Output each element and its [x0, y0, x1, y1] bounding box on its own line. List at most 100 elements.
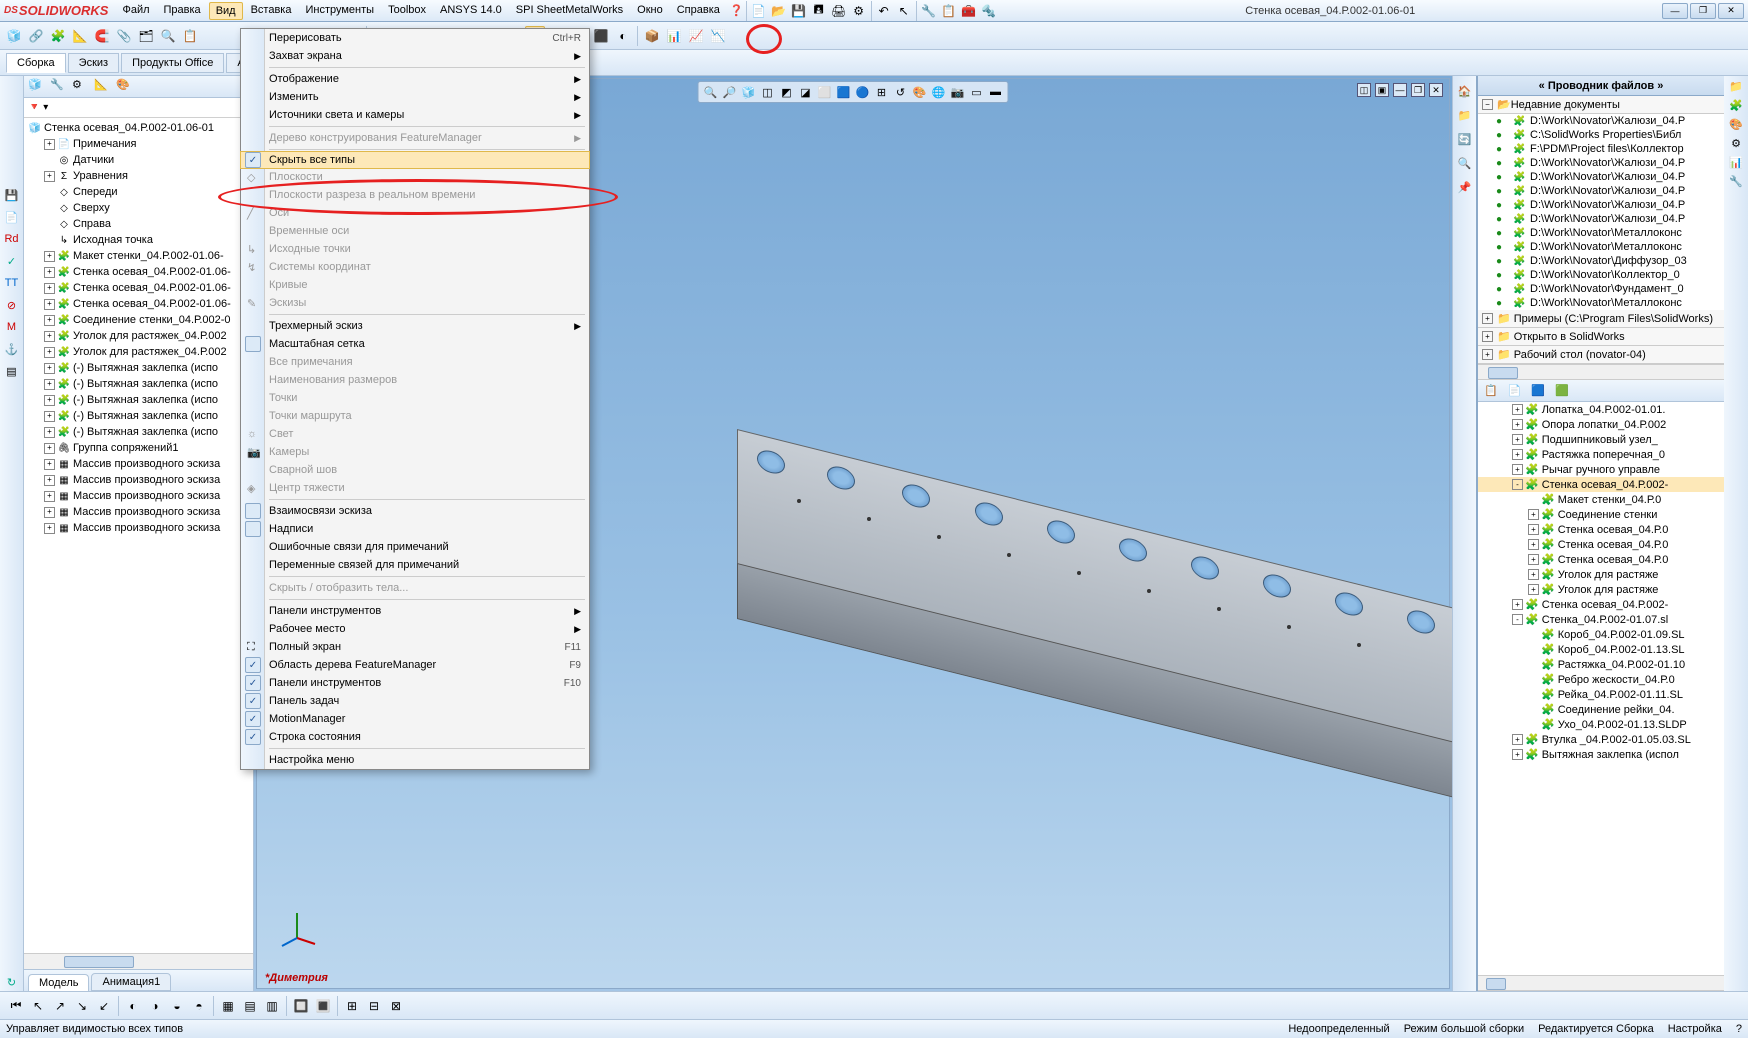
taskpane-tab-icon[interactable]: 🎨	[1729, 118, 1743, 131]
tree-item[interactable]: +🧩Уголок для растяжек_04.Р.002	[24, 328, 253, 344]
icon[interactable]: 📋	[1484, 384, 1498, 397]
menu-инструменты[interactable]: Инструменты	[299, 2, 380, 20]
print-icon[interactable]: 🖨	[829, 1, 849, 21]
menu-item[interactable]: ✓Панели инструментовF10	[241, 674, 589, 692]
tree-item[interactable]: ◇Сверху	[24, 200, 253, 216]
recent-documents-header[interactable]: −📂 Недавние документы	[1478, 96, 1724, 114]
search-icon[interactable]: 🔍	[1456, 154, 1474, 172]
menu-файл[interactable]: Файл	[116, 2, 155, 20]
toolbox-icon[interactable]: 🧰	[959, 1, 979, 21]
task-tab[interactable]: Продукты Office	[121, 53, 224, 73]
vtb-icon[interactable]: 💾	[3, 186, 21, 204]
parts-tree-item[interactable]: +🧩Уголок для растяже	[1478, 582, 1724, 597]
configmanager-tab-icon[interactable]: ⚙	[72, 78, 90, 96]
menu-item[interactable]: Захват экрана▶	[241, 47, 589, 65]
vp-icon[interactable]: 🔎	[722, 84, 738, 100]
vtb-icon[interactable]: ↻	[3, 973, 21, 991]
vp-icon[interactable]: ⊞	[874, 84, 890, 100]
parts-tree-item[interactable]: 🧩Рейка_04.Р.002-01.11.SL	[1478, 687, 1724, 702]
tree-item[interactable]: +📄Примечания	[24, 136, 253, 152]
taskpane-tab-icon[interactable]: 🧩	[1729, 99, 1743, 112]
propertymanager-tab-icon[interactable]: 🔧	[50, 78, 68, 96]
tree-item[interactable]: +▦Массив производного эскиза	[24, 456, 253, 472]
featuremanager-tab-icon[interactable]: 🧊	[28, 78, 46, 96]
menu-item[interactable]: ПерерисоватьCtrl+R	[241, 29, 589, 47]
tree-item[interactable]: +🧩(-) Вытяжная заклепка (испо	[24, 376, 253, 392]
tree-item[interactable]: ◇Справа	[24, 216, 253, 232]
menu-item[interactable]: Ошибочные связи для примечаний	[241, 538, 589, 556]
menu-item[interactable]: ✓MotionManager	[241, 710, 589, 728]
tree-item[interactable]: +▦Массив производного эскиза	[24, 504, 253, 520]
maximize-button[interactable]: ❐	[1690, 3, 1716, 19]
tb-icon[interactable]: ◐	[613, 26, 633, 46]
vp-icon[interactable]: 🧊	[741, 84, 757, 100]
display-tab-icon[interactable]: 🎨	[116, 78, 134, 96]
tb-icon[interactable]: 🔍	[158, 26, 178, 46]
icon[interactable]: 📄	[1508, 384, 1522, 397]
tb-icon[interactable]: 📈	[686, 26, 706, 46]
undo-icon[interactable]: ↶	[874, 1, 894, 21]
parts-tree-item[interactable]: +🧩Опора лопатки_04.Р.002	[1478, 417, 1724, 432]
vp-icon[interactable]: ↺	[893, 84, 909, 100]
parts-tree-item[interactable]: 🧩Соединение рейки_04.	[1478, 702, 1724, 717]
parts-tree-item[interactable]: +🧩Растяжка поперечная_0	[1478, 447, 1724, 462]
menu-item[interactable]: Отображение▶	[241, 70, 589, 88]
parts-tree-item[interactable]: +🧩Стенка осевая_04.Р.0	[1478, 537, 1724, 552]
screen-capture-icon[interactable]: 📋	[939, 1, 959, 21]
icon[interactable]: 🟦	[1531, 384, 1545, 397]
menu-окно[interactable]: Окно	[631, 2, 669, 20]
tree-item[interactable]: +▦Массив производного эскиза	[24, 472, 253, 488]
parts-tree-item[interactable]: +🧩Стенка осевая_04.Р.002-	[1478, 597, 1724, 612]
save-all-icon[interactable]: 🖪	[809, 1, 829, 21]
vp-icon[interactable]: ▣	[1375, 83, 1389, 97]
tree-item[interactable]: +🧩Стенка осевая_04.Р.002-01.06-	[24, 264, 253, 280]
recent-file[interactable]: ●🧩D:\Work\Novator\Жалюзи_04.Р	[1478, 184, 1724, 198]
parts-tree-item[interactable]: +🧩Рычаг ручного управле	[1478, 462, 1724, 477]
vtb-icon[interactable]: M	[3, 318, 21, 336]
recent-file[interactable]: ●🧩D:\Work\Novator\Металлоконс	[1478, 240, 1724, 254]
vp-icon[interactable]: ◩	[779, 84, 795, 100]
tree-item[interactable]: +🧩(-) Вытяжная заклепка (испо	[24, 392, 253, 408]
parts-tree-item[interactable]: 🧩Короб_04.Р.002-01.13.SL	[1478, 642, 1724, 657]
menu-item[interactable]: Настройка меню	[241, 751, 589, 769]
vp-icon[interactable]: 🔵	[855, 84, 871, 100]
bt-icon[interactable]: 🔳	[313, 996, 333, 1016]
tree-item[interactable]: +🧩Уголок для растяжек_04.Р.002	[24, 344, 253, 360]
open-icon[interactable]: 📂	[769, 1, 789, 21]
recent-file[interactable]: ●🧩D:\Work\Novator\Жалюзи_04.Р	[1478, 156, 1724, 170]
recent-file[interactable]: ●🧩D:\Work\Novator\Жалюзи_04.Р	[1478, 212, 1724, 226]
parts-tree-item[interactable]: 🧩Ухо_04.Р.002-01.13.SLDP	[1478, 717, 1724, 732]
menu-item[interactable]: ⛶Полный экранF11	[241, 638, 589, 656]
recent-file[interactable]: ●🧩D:\Work\Novator\Жалюзи_04.Р	[1478, 114, 1724, 128]
vp-icon[interactable]: ▭	[969, 84, 985, 100]
vtb-icon[interactable]: ⚓	[3, 340, 21, 358]
tree-item[interactable]: +ΣУравнения	[24, 168, 253, 184]
bt-icon[interactable]: ▦	[218, 996, 238, 1016]
tb-icon[interactable]: 🔗	[26, 26, 46, 46]
bt-icon[interactable]: ↘	[72, 996, 92, 1016]
recent-file[interactable]: ●🧩D:\Work\Novator\Фундамент_0	[1478, 282, 1724, 296]
menu-item[interactable]: Панели инструментов▶	[241, 602, 589, 620]
vp-icon[interactable]: ◪	[798, 84, 814, 100]
parts-tree-item[interactable]: +🧩Подшипниковый узел_	[1478, 432, 1724, 447]
parts-tree-item[interactable]: +🧩Стенка осевая_04.Р.0	[1478, 552, 1724, 567]
tree-item[interactable]: +🧩Макет стенки_04.Р.002-01.06-	[24, 248, 253, 264]
menu-ansys 14.0[interactable]: ANSYS 14.0	[434, 2, 508, 20]
tree-hscroll[interactable]	[24, 953, 253, 969]
up-icon[interactable]: 📁	[1456, 106, 1474, 124]
tree-item[interactable]: ◎Датчики	[24, 152, 253, 168]
options-icon[interactable]: ⚙	[849, 1, 869, 21]
parts-tree[interactable]: +🧩Лопатка_04.Р.002-01.01.+🧩Опора лопатки…	[1478, 402, 1724, 975]
panel-hscroll[interactable]	[1478, 364, 1724, 380]
refresh-icon[interactable]: 🔄	[1456, 130, 1474, 148]
toolbox-icon-2[interactable]: 🔩	[979, 1, 999, 21]
menu-item[interactable]: ✓Панель задач	[241, 692, 589, 710]
vp-icon[interactable]: 🟦	[836, 84, 852, 100]
taskpane-tab-icon[interactable]: 🔧	[1729, 175, 1743, 188]
tb-icon[interactable]: 📎	[114, 26, 134, 46]
vp-icon[interactable]: ◫	[1357, 83, 1371, 97]
feature-tree[interactable]: 🧊Стенка осевая_04.Р.002-01.06-01 +📄Приме…	[24, 118, 253, 953]
menu-item[interactable]: Изменить▶	[241, 88, 589, 106]
tree-item[interactable]: +🧩(-) Вытяжная заклепка (испо	[24, 360, 253, 376]
new-icon[interactable]: 📄	[749, 1, 769, 21]
